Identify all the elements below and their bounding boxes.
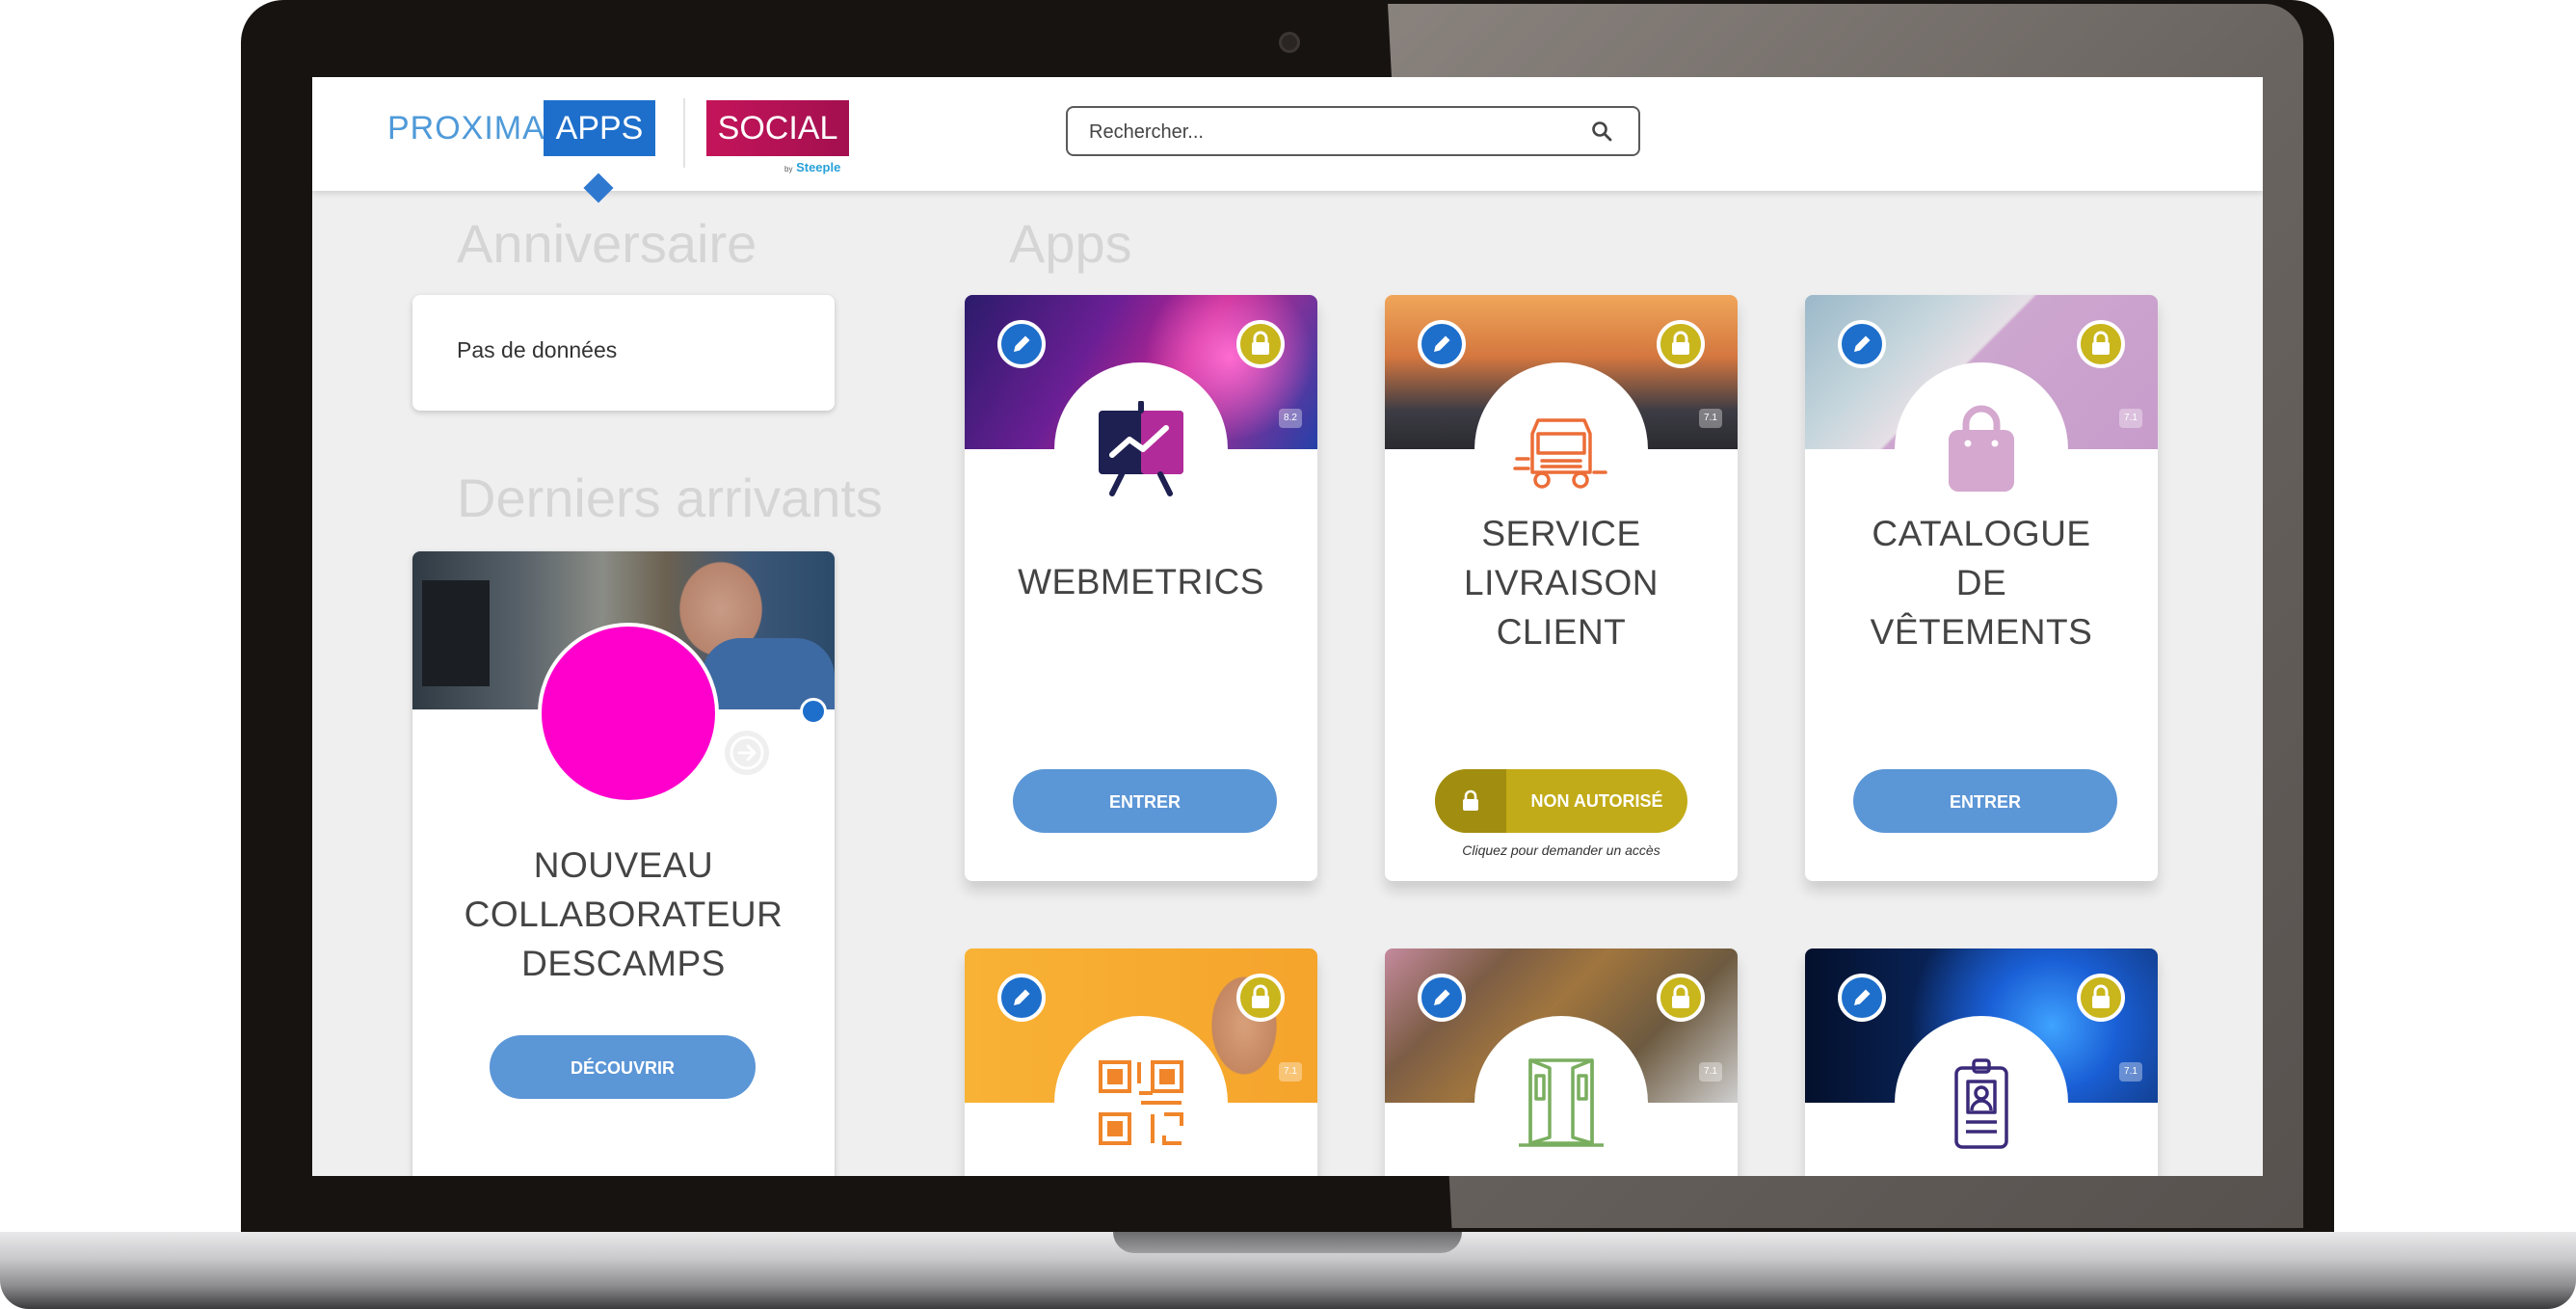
birthdays-title: Anniversaire xyxy=(457,213,757,274)
app-name-line: CATALOGUE xyxy=(1872,514,2091,553)
lock-icon[interactable] xyxy=(1657,974,1705,1022)
lock-icon[interactable] xyxy=(1657,320,1705,368)
app-name: SERVICE LIVRAISON CLIENT xyxy=(1385,509,1738,656)
avatar[interactable] xyxy=(538,623,719,804)
app-card-badge[interactable]: 7.1 xyxy=(1805,948,2158,1176)
app-name-line: DE xyxy=(1955,563,2007,602)
version-tag: 7.1 xyxy=(2119,409,2142,428)
newcomer-name: NOUVEAU COLLABORATEUR DESCAMPS xyxy=(412,841,835,988)
lock-icon xyxy=(1435,769,1506,833)
discover-button[interactable]: DÉCOUVRIR xyxy=(490,1035,756,1099)
enter-button[interactable]: ENTRER xyxy=(1013,769,1277,833)
edit-pencil-icon[interactable] xyxy=(997,320,1046,368)
status-dot xyxy=(800,698,827,725)
newcomer-name-line: NOUVEAU xyxy=(533,845,714,885)
app-name-line: WEBMETRICS xyxy=(1018,562,1264,601)
birthdays-empty-text: Pas de données xyxy=(457,337,618,362)
search-input[interactable] xyxy=(1087,116,1573,148)
app-name-line: CLIENT xyxy=(1496,612,1627,652)
lock-icon[interactable] xyxy=(1236,974,1285,1022)
not-authorized-button[interactable]: NON AUTORISÉ xyxy=(1435,769,1687,833)
app-name-line: VÊTEMENTS xyxy=(1870,612,2093,652)
app-card-webmetrics[interactable]: 8.2 WEBMETRICS ENTRER xyxy=(965,295,1317,881)
app-name: WEBMETRICS xyxy=(965,557,1317,606)
version-tag: 7.1 xyxy=(1279,1062,1302,1082)
lock-icon[interactable] xyxy=(1236,320,1285,368)
lock-icon[interactable] xyxy=(2077,974,2125,1022)
app-card-door[interactable]: 7.1 xyxy=(1385,948,1738,1176)
open-door-icon xyxy=(1513,1055,1609,1151)
steeple-logo: by Steeple xyxy=(784,160,841,174)
not-authorized-label: NON AUTORISÉ xyxy=(1530,791,1663,811)
search-icon[interactable] xyxy=(1590,120,1613,143)
edit-pencil-icon[interactable] xyxy=(997,974,1046,1022)
brand-proxima[interactable]: PROXIMA xyxy=(387,110,545,147)
app-card-service-livraison[interactable]: 7.1 SERVICE LIVRAISON CLIENT NON AUTORIS… xyxy=(1385,295,1738,881)
version-tag: 7.1 xyxy=(2119,1062,2142,1082)
brand-divider xyxy=(683,98,685,168)
app-name-line: LIVRAISON xyxy=(1464,563,1659,602)
cover-monitor xyxy=(422,580,490,686)
birthdays-card: Pas de données xyxy=(412,295,835,411)
apps-title: Apps xyxy=(1009,213,1132,274)
version-tag: 8.2 xyxy=(1279,409,1302,428)
newcomer-name-line: COLLABORATEUR xyxy=(464,895,783,934)
version-tag: 7.1 xyxy=(1699,409,1722,428)
delivery-truck-icon xyxy=(1513,401,1609,497)
shopping-bag-icon xyxy=(1933,401,2030,497)
qr-code-icon xyxy=(1093,1055,1189,1151)
newcomer-name-line: DESCAMPS xyxy=(521,944,726,983)
brand-apps-tab[interactable]: APPS xyxy=(544,100,655,156)
edit-pencil-icon[interactable] xyxy=(1838,974,1886,1022)
app-screen: PROXIMA APPS SOCIAL by Steeple Anniversa… xyxy=(312,77,2263,1176)
next-arrow-icon[interactable] xyxy=(725,731,769,775)
chart-board-icon xyxy=(1093,401,1189,497)
search-box xyxy=(1066,106,1640,156)
version-tag: 7.1 xyxy=(1699,1062,1722,1082)
newcomer-card: NOUVEAU COLLABORATEUR DESCAMPS DÉCOUVRIR xyxy=(412,551,835,1176)
brand-social-tab[interactable]: SOCIAL xyxy=(706,100,849,156)
webcam xyxy=(1279,32,1300,53)
edit-pencil-icon[interactable] xyxy=(1838,320,1886,368)
app-name-line: SERVICE xyxy=(1481,514,1641,553)
app-name: CATALOGUE DE VÊTEMENTS xyxy=(1805,509,2158,656)
edit-pencil-icon[interactable] xyxy=(1418,320,1466,368)
laptop-base-notch xyxy=(1113,1232,1462,1253)
app-card-qr[interactable]: 7.1 xyxy=(965,948,1317,1176)
app-card-catalogue-vetements[interactable]: 7.1 CATALOGUE DE VÊTEMENTS ENTRER xyxy=(1805,295,2158,881)
newcomers-title: Derniers arrivants xyxy=(457,468,883,528)
enter-button[interactable]: ENTRER xyxy=(1853,769,2117,833)
top-header: PROXIMA APPS SOCIAL by Steeple xyxy=(312,77,2263,203)
lock-icon[interactable] xyxy=(2077,320,2125,368)
id-badge-icon xyxy=(1933,1055,2030,1151)
active-tab-pointer xyxy=(583,173,614,203)
edit-pencil-icon[interactable] xyxy=(1418,974,1466,1022)
access-request-hint[interactable]: Cliquez pour demander un accès xyxy=(1385,842,1738,858)
